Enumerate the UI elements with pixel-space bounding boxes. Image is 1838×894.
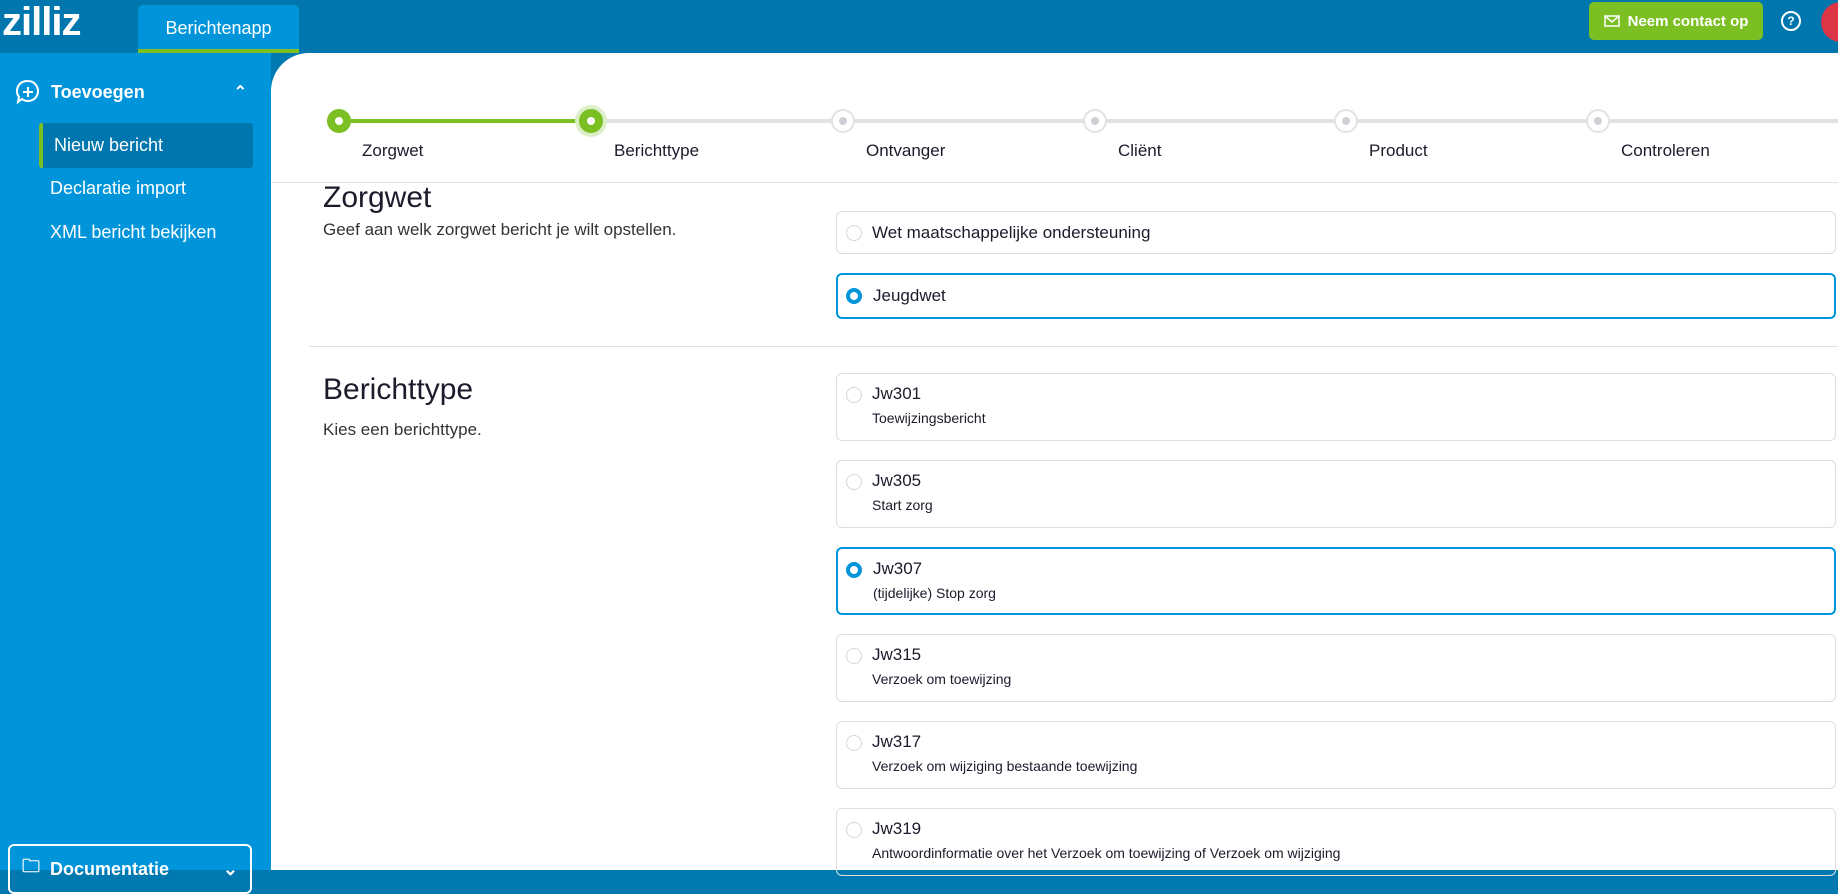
radio-button[interactable] [846,648,862,664]
step-label[interactable]: Controleren [1621,141,1710,161]
add-message-icon [16,79,39,105]
berichttype-option[interactable]: Jw317 Verzoek om wijziging bestaande toe… [836,721,1836,789]
step-label[interactable]: Zorgwet [362,141,423,161]
option-label: Wet maatschappelijke ondersteuning [872,222,1151,242]
contact-button[interactable]: Neem contact op [1589,2,1763,40]
zilliz-logo[interactable]: zilliz [2,2,81,42]
zorgwet-title: Zorgwet [323,181,432,214]
option-description: Verzoek om toewijzing [872,671,1012,687]
sidebar-item-nieuw-bericht[interactable]: Nieuw bericht [39,123,253,168]
stepper-connector [339,119,591,123]
berichttype-desc: Kies een berichttype. [323,420,482,439]
option-code: Jw301 [872,384,922,403]
mail-icon [1603,15,1620,27]
top-bar: zilliz Berichtenapp Neem contact op ? [0,0,1838,53]
berichttype-title: Berichttype [323,373,474,406]
step-marker[interactable] [579,109,603,133]
help-icon[interactable]: ? [1781,11,1801,31]
option-description: Start zorg [872,497,933,513]
main-panel: Zorgwet Berichttype Ontvanger Cliënt Product… [271,53,1838,876]
stepper-connector [1346,119,1598,123]
tab-berichtenapp[interactable]: Berichtenapp [138,5,299,53]
zorgwet-desc: Geef aan welk zorgwet bericht je wilt op… [323,220,677,239]
option-description: (tijdelijke) Stop zorg [873,585,996,601]
documentatie-label: Documentatie [50,858,170,879]
step-label[interactable]: Cliënt [1118,141,1161,161]
option-description: Verzoek om wijziging bestaande toewijzin… [872,758,1138,774]
sidebar-section-toevoegen[interactable]: Toevoegen ⌃ [15,79,247,105]
step-marker[interactable] [1334,109,1358,133]
berichttype-option[interactable]: Jw305 Start zorg [836,460,1836,528]
chevron-down-icon: ⌄ [222,858,238,879]
sidebar-item-xml-bericht[interactable]: XML bericht bekijken [39,210,253,255]
radio-button[interactable] [846,387,862,403]
radio-button[interactable] [846,735,862,751]
chevron-up-icon[interactable]: ⌃ [234,82,247,102]
folder-check-icon: 🗀 [22,856,40,876]
option-code: Jw315 [872,645,922,664]
section-label: Toevoegen [51,81,145,102]
radio-button[interactable] [846,288,862,304]
step-label[interactable]: Ontvanger [866,141,945,161]
stepper-connector [843,119,1095,123]
zorgwet-option[interactable]: Jeugdwet [836,273,1836,319]
stepper: Zorgwet Berichttype Ontvanger Cliënt Product… [271,53,1838,183]
step-marker[interactable] [831,109,855,133]
option-code: Jw317 [872,732,922,751]
sidebar: Toevoegen ⌃ Nieuw bericht Declaratie imp… [0,53,271,894]
avatar[interactable] [1821,2,1838,42]
option-code: Jw305 [872,471,922,490]
divider [309,346,1838,347]
zorgwet-option[interactable]: Wet maatschappelijke ondersteuning [836,211,1836,254]
contact-label: Neem contact op [1627,12,1749,30]
step-marker[interactable] [1083,109,1107,133]
berichttype-option[interactable]: Jw315 Verzoek om toewijzing [836,634,1836,702]
option-description: Antwoordinformatie over het Verzoek om t… [872,845,1341,861]
stepper-connector [1598,119,1838,123]
option-code: Jw319 [872,819,922,838]
berichttype-option[interactable]: Jw307 (tijdelijke) Stop zorg [836,547,1836,615]
step-marker[interactable] [327,109,351,133]
radio-button[interactable] [846,225,862,241]
berichttype-option[interactable]: Jw319 Antwoordinformatie over het Verzoe… [836,808,1836,876]
stepper-connector [591,119,843,123]
option-description: Toewijzingsbericht [872,410,986,426]
option-code: Jw307 [873,559,923,578]
step-label[interactable]: Product [1369,141,1428,161]
option-label: Jeugdwet [873,286,946,305]
radio-button[interactable] [846,474,862,490]
documentatie-button[interactable]: 🗀 Documentatie ⌄ [8,844,252,894]
radio-button[interactable] [846,562,862,578]
sidebar-item-declaratie-import[interactable]: Declaratie import [39,166,253,211]
stepper-connector [1095,119,1346,123]
berichttype-option[interactable]: Jw301 Toewijzingsbericht [836,373,1836,441]
step-label[interactable]: Berichttype [614,141,699,161]
step-marker[interactable] [1586,109,1610,133]
radio-button[interactable] [846,822,862,838]
